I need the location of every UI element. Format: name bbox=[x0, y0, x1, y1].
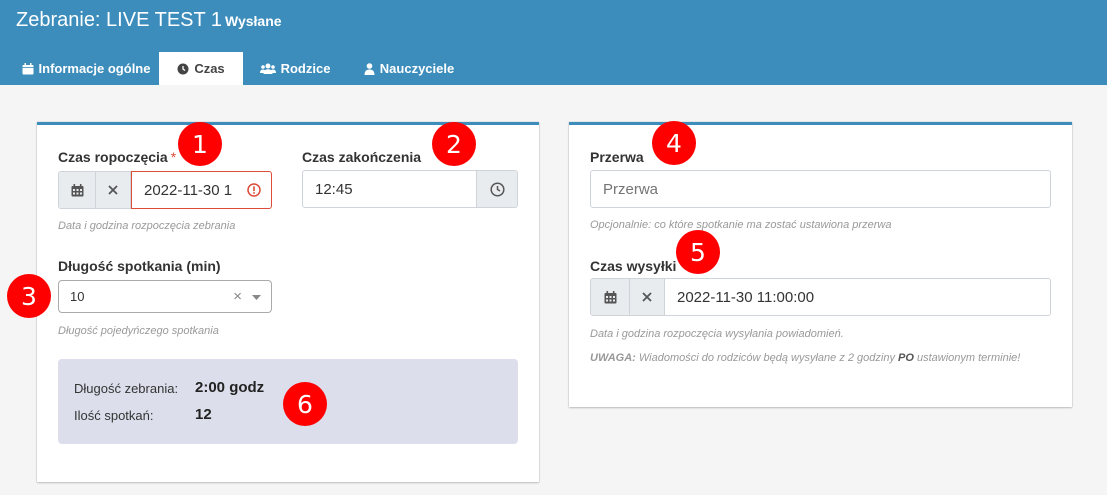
status-label: Wysłane bbox=[225, 13, 282, 29]
clear-button[interactable] bbox=[630, 279, 665, 315]
clock-icon bbox=[489, 181, 505, 197]
close-icon bbox=[642, 292, 652, 302]
marker-4: 4 bbox=[652, 121, 696, 165]
break-input[interactable] bbox=[591, 171, 1050, 207]
start-time-input[interactable]: 2022-11-30 1 bbox=[131, 171, 272, 209]
warning-bold: PO bbox=[898, 352, 914, 364]
tab-label: Nauczyciele bbox=[379, 61, 455, 76]
users-icon bbox=[259, 63, 276, 74]
marker-6: 6 bbox=[283, 382, 327, 426]
marker-2: 2 bbox=[432, 122, 476, 166]
clock-button[interactable] bbox=[476, 171, 517, 207]
send-time-input[interactable]: 2022-11-30 11:00:00 bbox=[665, 279, 1050, 315]
break-field bbox=[590, 170, 1051, 208]
calendar-icon bbox=[22, 62, 34, 74]
marker-3: 3 bbox=[7, 274, 51, 318]
close-icon bbox=[108, 185, 118, 195]
clock-icon bbox=[177, 63, 189, 74]
top-header: Zebranie: LIVE TEST 1 Wysłane Informacje… bbox=[0, 0, 1107, 85]
tab-label: Informacje ogólne bbox=[38, 61, 151, 76]
start-time-help: Data i godzina rozpoczęcia zebrania bbox=[58, 220, 236, 232]
page-title: Zebranie: LIVE TEST 1 bbox=[16, 9, 223, 31]
tab-label: Czas bbox=[194, 61, 225, 76]
calendar-icon bbox=[604, 290, 616, 303]
start-time-label: Czas ropoczęcia * bbox=[58, 149, 177, 165]
calendar-button[interactable] bbox=[59, 172, 97, 208]
tab-time[interactable]: Czas bbox=[159, 52, 243, 85]
tab-general-info[interactable]: Informacje ogólne bbox=[14, 52, 158, 85]
end-time-field: 12:45 bbox=[302, 170, 518, 208]
end-time-label: Czas zakończenia bbox=[302, 149, 422, 165]
user-icon bbox=[364, 62, 375, 75]
break-label: Przerwa bbox=[590, 149, 644, 165]
send-time-field: 2022-11-30 11:00:00 bbox=[590, 278, 1051, 316]
error-icon bbox=[247, 183, 261, 197]
duration-select[interactable]: 10 × bbox=[58, 280, 272, 313]
tab-parents[interactable]: Rodzice bbox=[252, 52, 338, 85]
clear-button[interactable] bbox=[96, 172, 131, 208]
meeting-count-value: 12 bbox=[195, 406, 212, 423]
meeting-count-label: Ilość spotkań: bbox=[74, 408, 154, 423]
send-time-help: Data i godzina rozpoczęcia wysyłania pow… bbox=[590, 328, 844, 340]
send-time-label: Czas wysyłki bbox=[590, 258, 677, 274]
start-time-value: 2022-11-30 1 bbox=[144, 181, 233, 199]
meeting-length-value: 2:00 godz bbox=[195, 379, 265, 396]
break-help: Opcjonalnie: co które spotkanie ma zosta… bbox=[590, 219, 892, 231]
end-time-input[interactable]: 12:45 bbox=[303, 171, 476, 207]
start-time-field: 2022-11-30 1 bbox=[58, 171, 272, 209]
marker-1: 1 bbox=[178, 122, 222, 166]
duration-help: Długość pojedyńczego spotkania bbox=[58, 325, 219, 337]
duration-label: Długość spotkania (min) bbox=[58, 258, 221, 274]
calendar-icon bbox=[71, 183, 84, 196]
warning-prefix: UWAGA: bbox=[590, 352, 636, 364]
marker-5: 5 bbox=[676, 230, 720, 274]
calendar-button[interactable] bbox=[591, 279, 630, 315]
tab-teachers[interactable]: Nauczyciele bbox=[355, 52, 463, 85]
required-marker: * bbox=[170, 149, 177, 165]
send-warning: UWAGA: Wiadomości do rodziców będą wysył… bbox=[590, 352, 1021, 364]
tab-label: Rodzice bbox=[280, 61, 331, 76]
clear-selection-icon[interactable]: × bbox=[233, 288, 242, 305]
meeting-length-label: Długość zebrania: bbox=[74, 381, 179, 396]
chevron-down-icon bbox=[252, 295, 261, 300]
